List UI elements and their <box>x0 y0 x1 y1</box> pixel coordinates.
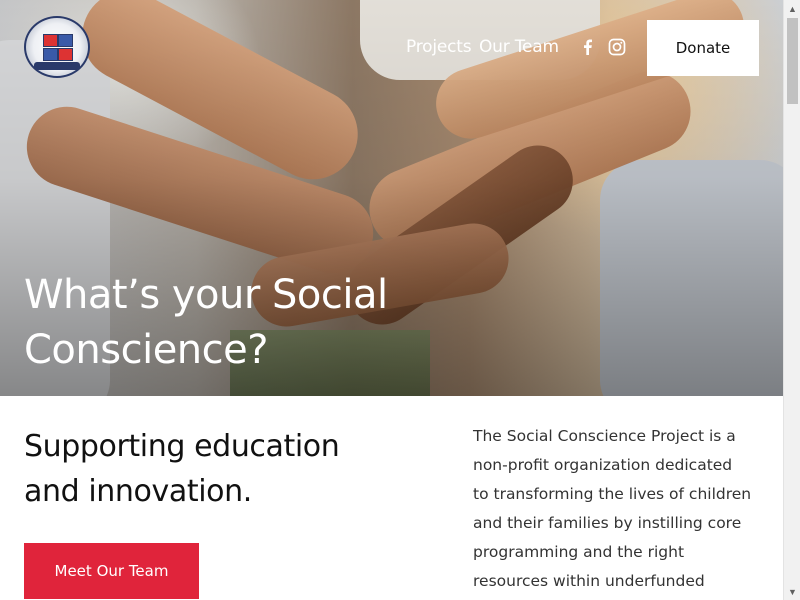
intro-heading-line: and innovation. <box>24 474 252 509</box>
facebook-icon[interactable] <box>579 38 597 56</box>
description-line: and their families by instilling core <box>473 514 742 532</box>
scroll-up-arrow-icon[interactable]: ▲ <box>784 0 800 17</box>
scrollbar-thumb[interactable] <box>787 18 798 104</box>
logo-emblem-part <box>58 34 73 47</box>
intro-description: The Social Conscience Project is a non-p… <box>473 422 773 596</box>
description-line: The Social Conscience Project is a <box>473 427 736 445</box>
page: Projects Our Team Donate What’s your Soc… <box>0 0 783 600</box>
description-line: non-profit organization dedicated <box>473 456 733 474</box>
description-line: programming and the right <box>473 543 685 561</box>
meet-our-team-button[interactable]: Meet Our Team <box>24 543 199 599</box>
instagram-icon[interactable] <box>608 38 626 56</box>
vertical-scrollbar[interactable]: ▲ ▼ <box>783 0 800 600</box>
hero-title-line: Conscience? <box>24 327 269 373</box>
description-line: to transforming the lives of children <box>473 485 752 503</box>
nav-projects-link[interactable]: Projects <box>406 37 472 57</box>
intro-heading: Supporting education and innovation. <box>24 424 404 514</box>
hero-title: What’s your Social Conscience? <box>24 268 444 378</box>
logo-ribbon <box>34 62 80 70</box>
logo-emblem-part <box>43 48 58 61</box>
site-logo[interactable] <box>24 16 90 78</box>
donate-button[interactable]: Donate <box>647 20 759 76</box>
intro-heading-line: Supporting education <box>24 429 340 464</box>
hero-title-line: What’s your Social <box>24 272 388 318</box>
scroll-down-arrow-icon[interactable]: ▼ <box>784 583 800 600</box>
description-line: resources within underfunded <box>473 572 705 590</box>
logo-emblem-part <box>43 34 58 47</box>
nav-our-team-link[interactable]: Our Team <box>479 37 559 57</box>
logo-emblem-part <box>58 48 73 61</box>
hero-banner: Projects Our Team Donate What’s your Soc… <box>0 0 783 396</box>
